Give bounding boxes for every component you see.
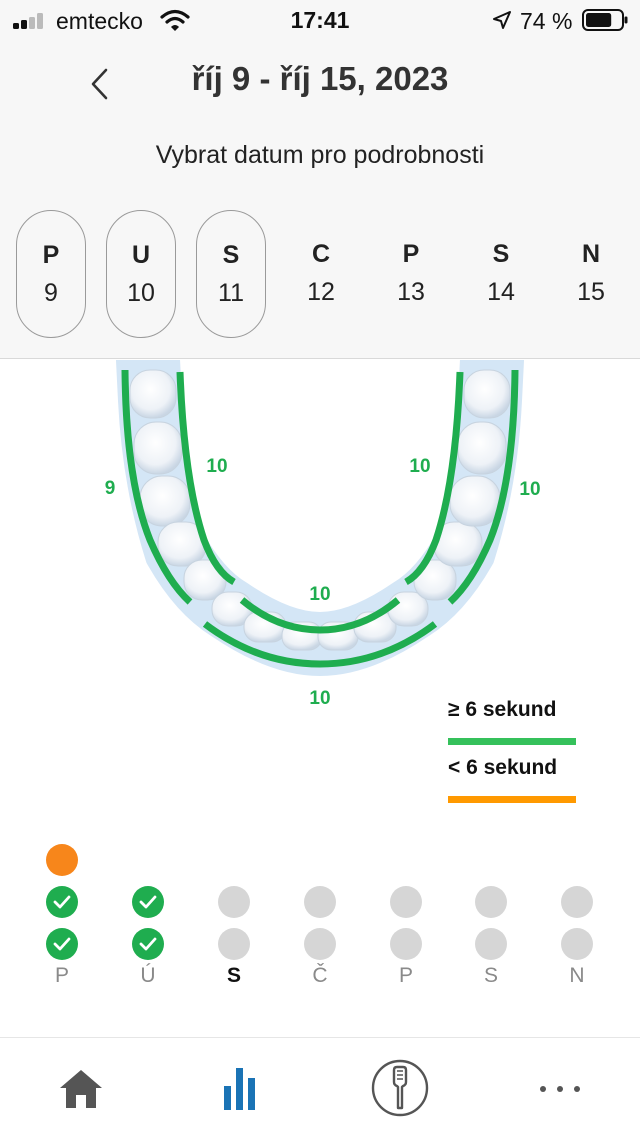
day-button[interactable]: S 11 (196, 210, 266, 338)
legend-warning-label: < 6 sekund (448, 756, 558, 779)
empty-session-dot (475, 886, 507, 918)
day-button[interactable]: P 13 (376, 210, 446, 338)
weekday-label: P (398, 964, 413, 987)
zone-label-front-outer: 10 (309, 688, 330, 709)
legend-good-label: ≥ 6 sekund (448, 698, 557, 721)
day-button[interactable]: P9 (16, 210, 86, 338)
weekday-label: S (226, 964, 241, 987)
location-arrow-icon (493, 11, 511, 29)
bar-chart-icon (224, 1068, 255, 1110)
legend-good-swatch (448, 738, 576, 745)
day-selector: P9 U 10 S 11 C 12 P 13 S 14 N 15 (16, 210, 636, 338)
more-icon (540, 1086, 580, 1092)
day-button[interactable]: S 14 (466, 210, 536, 338)
day-button[interactable]: N 15 (556, 210, 626, 338)
header-area: emtecko 17:41 74 % říj 9 - říj 15, 2023 … (0, 0, 640, 359)
check-icon (53, 937, 71, 951)
weekly-history: PÚSČPSN (0, 830, 640, 1000)
tab-more[interactable] (480, 1038, 640, 1136)
zone-label-right-outer: 10 (519, 479, 540, 500)
day-button[interactable]: C 12 (286, 210, 356, 338)
completed-session-dot (132, 886, 164, 918)
legend-warning-swatch (448, 796, 576, 803)
empty-session-dot (561, 928, 593, 960)
zone-label-left-outer: 9 (105, 478, 116, 499)
duration-legend: ≥ 6 sekund < 6 sekund (448, 698, 578, 814)
weekday-label: Ú (140, 964, 156, 987)
completed-session-dot (132, 928, 164, 960)
weekday-label: N (569, 964, 585, 987)
empty-session-dot (218, 886, 250, 918)
weekday-label: P (54, 964, 69, 987)
zone-label-front-inner: 10 (309, 584, 330, 605)
instruction-text: Vybrat datum pro podrobnosti (155, 141, 485, 169)
status-bar: emtecko 17:41 74 % (0, 0, 640, 40)
battery-percent: 74 % (520, 8, 573, 34)
check-icon (139, 937, 157, 951)
empty-session-dot (561, 886, 593, 918)
weekday-label: S (483, 964, 498, 987)
empty-session-dot (304, 928, 336, 960)
check-icon (53, 895, 71, 909)
brush-head-icon (371, 1059, 429, 1117)
empty-session-dot (218, 928, 250, 960)
check-icon (139, 895, 157, 909)
home-icon (60, 1070, 102, 1108)
empty-session-dot (475, 928, 507, 960)
empty-session-dot (304, 886, 336, 918)
teeth-diagram: 9 10 10 10 10 10 (105, 360, 541, 709)
zone-label-right-inner: 10 (409, 456, 430, 477)
completed-session-dot (46, 886, 78, 918)
tab-brush-head[interactable] (320, 1038, 480, 1136)
empty-session-dot (390, 928, 422, 960)
completed-session-dot (46, 928, 78, 960)
zone-label-left-inner: 10 (206, 456, 227, 477)
date-range-title: říj 9 - říj 15, 2023 (191, 60, 449, 97)
legend-warning: < 6 sekund (448, 756, 578, 814)
legend-good: ≥ 6 sekund (448, 698, 578, 756)
tab-home[interactable] (0, 1038, 160, 1136)
short-session-dot (46, 844, 78, 876)
day-button[interactable]: U 10 (106, 210, 176, 338)
tab-statistics[interactable] (160, 1038, 320, 1136)
tab-bar (0, 1037, 640, 1136)
weekday-label: Č (312, 964, 328, 987)
battery-icon (582, 9, 628, 31)
empty-session-dot (390, 886, 422, 918)
